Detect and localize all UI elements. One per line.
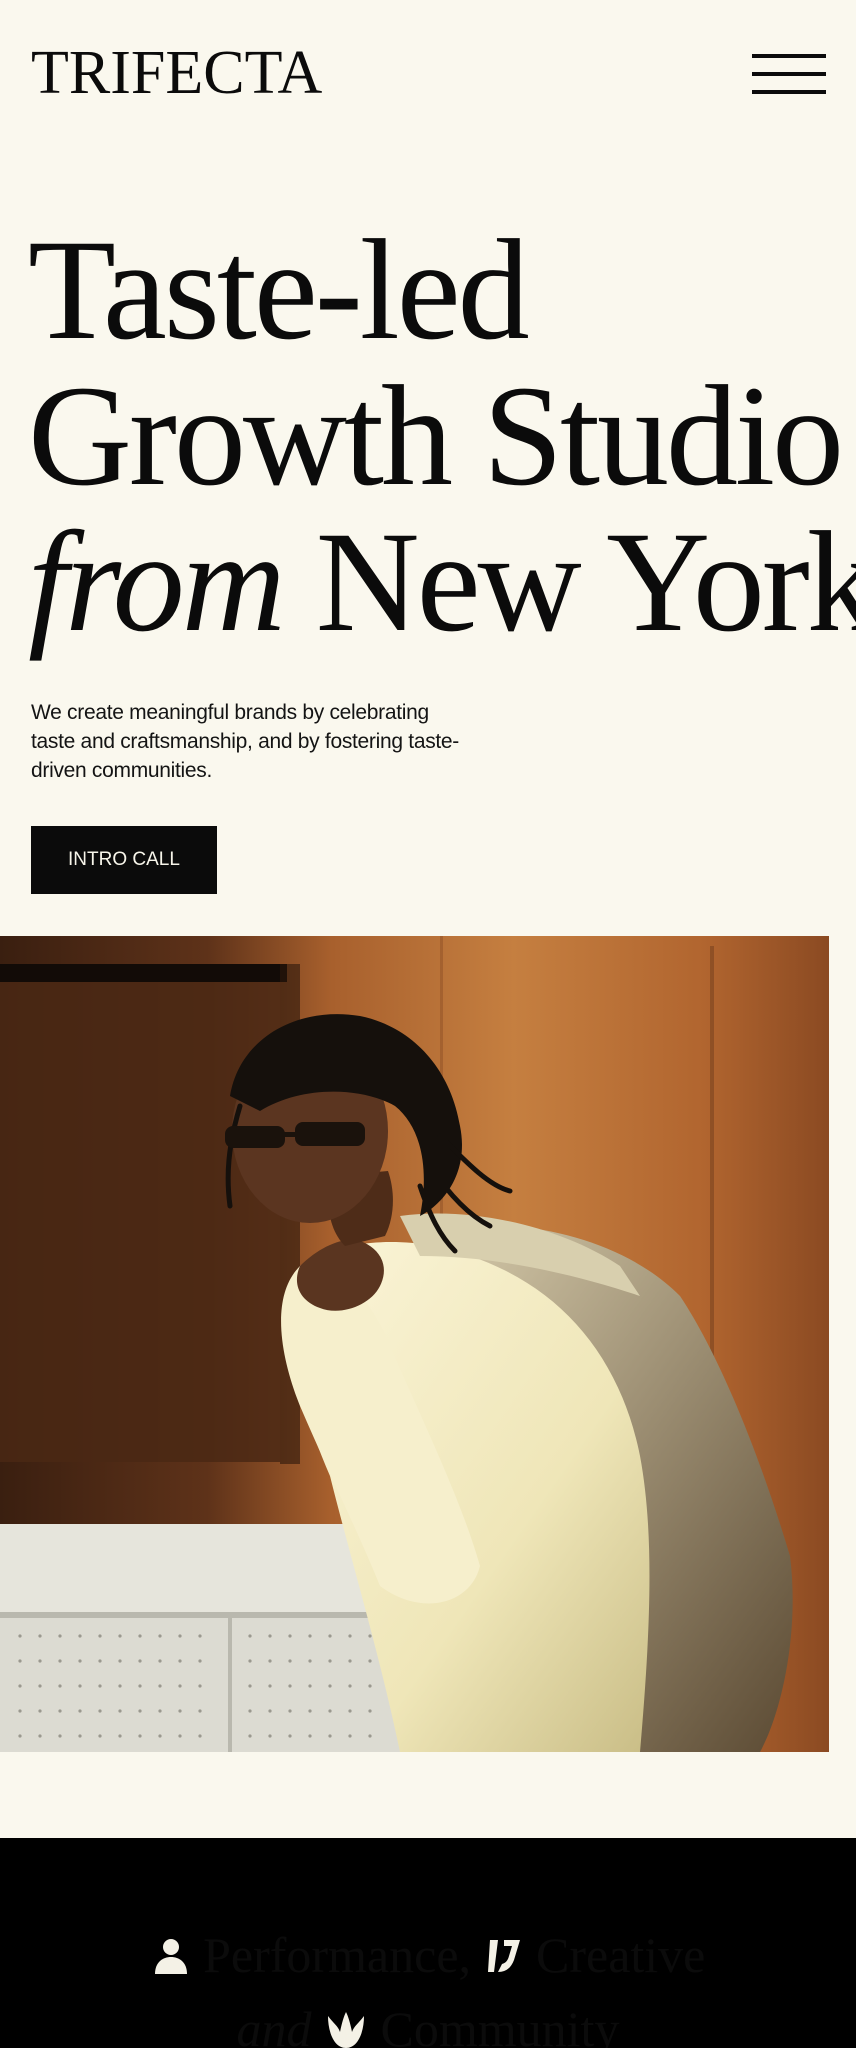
hero-subtitle: We create meaningful brands by celebrati… (31, 701, 460, 782)
crown-icon (324, 2008, 368, 2048)
menu-bar (752, 54, 826, 58)
services-line-1: Performance, Creative (0, 1930, 856, 1984)
hero-title-line-2: Growth Studio (28, 357, 844, 516)
intro-call-button[interactable]: INTRO CALL (31, 826, 217, 894)
hero-title-line-3: from New York (28, 510, 856, 656)
person-icon (151, 1934, 191, 1984)
creative-stroke-icon (484, 1934, 524, 1984)
services-line-2: and Community (0, 2004, 856, 2048)
menu-bar (752, 72, 826, 76)
hero-title-italic-word: from (28, 503, 286, 662)
hero-title-line-1: Taste-led (28, 211, 530, 370)
page: TRIFECTA Taste-led Growth Studio from Ne… (0, 0, 856, 2048)
site-logo[interactable]: TRIFECTA (31, 42, 322, 104)
hero-title-location: New York (315, 503, 856, 662)
creative-label: Creative (536, 1927, 706, 1983)
hero-photo (0, 936, 829, 1752)
site-header: TRIFECTA (0, 0, 856, 150)
and-label: and (236, 2001, 312, 2048)
hamburger-menu-icon[interactable] (752, 54, 826, 94)
community-label: Community (380, 2001, 620, 2048)
portrait-photo (0, 936, 829, 1752)
performance-label: Performance, (203, 1927, 472, 1983)
menu-bar (752, 90, 826, 94)
hero-title: Taste-led Growth Studio from New York (28, 211, 856, 656)
